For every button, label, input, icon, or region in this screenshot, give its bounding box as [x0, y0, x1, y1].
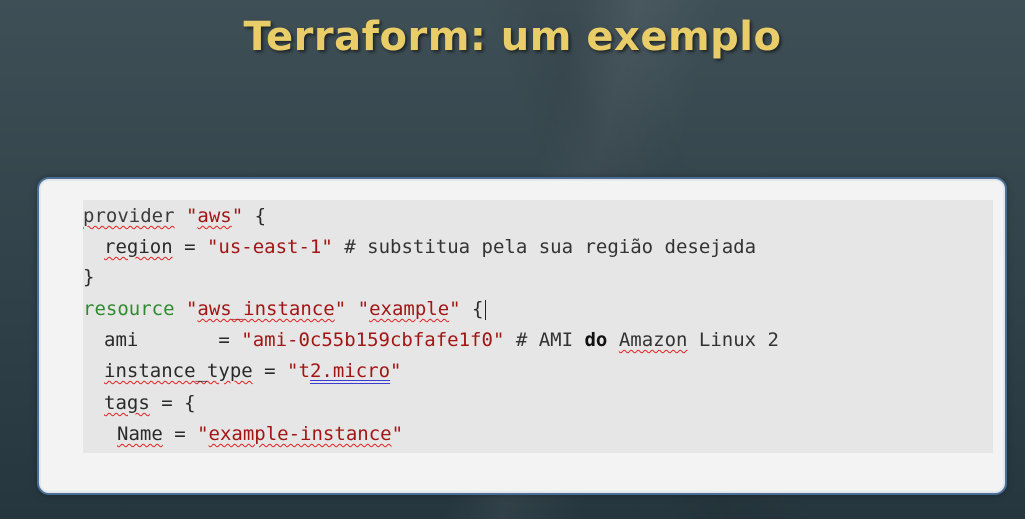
open-brace: { — [243, 205, 267, 227]
slide-title: Terraform: um exemplo — [243, 14, 782, 60]
quote: " — [391, 423, 404, 445]
quote: " — [390, 360, 402, 382]
quote: " — [197, 423, 209, 445]
tags-open: = { — [149, 392, 196, 414]
code-editor[interactable]: provider "aws" { region = "us-east-1" # … — [83, 200, 993, 453]
assign: = — [172, 236, 207, 258]
code-line-region: region = "us-east-1" # substitua pela su… — [104, 233, 756, 261]
assign: = — [138, 329, 242, 351]
region-comment: # substitua pela sua região desejada — [332, 236, 757, 258]
assign: = — [162, 423, 198, 445]
key-name: Name — [117, 423, 163, 445]
instance-type-value: 2.micro — [309, 360, 391, 382]
ami-comment-post: Linux 2 — [687, 329, 779, 351]
open-brace: { — [460, 298, 484, 320]
key-tags: tags — [104, 392, 150, 414]
close-brace: } — [83, 266, 95, 288]
resource-name: example — [369, 298, 450, 320]
resource-type: aws_instance — [197, 298, 335, 320]
text-cursor — [485, 299, 487, 320]
code-panel: provider "aws" { region = "us-east-1" # … — [39, 179, 1005, 493]
region-value: "us-east-1" — [206, 236, 333, 258]
key-ami: ami — [104, 329, 139, 351]
keyword-resource: resource — [83, 298, 175, 320]
name-tag-value: example-instance — [208, 423, 392, 445]
ami-value: "ami-0c55b159cbfafe1f0" — [241, 329, 505, 351]
code-line-provider: provider "aws" { — [83, 202, 266, 230]
provider-name: aws — [197, 205, 232, 227]
ami-comment-bold: do — [584, 329, 608, 351]
assign: = — [252, 360, 288, 382]
quote: " — [185, 298, 198, 320]
instance-type-t: t — [298, 360, 310, 382]
code-line-tags: tags = { — [104, 389, 196, 417]
code-line-name-tag: Name = "example-instance" — [117, 420, 403, 448]
code-line-close-brace: } — [83, 263, 94, 291]
quote: " — [287, 360, 299, 382]
ami-comment-pre: # AMI — [504, 329, 585, 351]
quote: " — [231, 205, 244, 227]
quote: " — [185, 205, 198, 227]
key-region: region — [104, 236, 173, 258]
code-line-instance-type: instance_type = "t2.micro" — [104, 357, 401, 385]
ami-comment-word: Amazon — [618, 329, 688, 351]
code-line-resource: resource "aws_instance" "example" { — [83, 295, 487, 323]
quote: " — [449, 298, 461, 320]
keyword-provider: provider — [83, 205, 175, 227]
code-line-ami: ami = "ami-0c55b159cbfafe1f0" # AMI do A… — [104, 326, 779, 354]
quote: " — [334, 298, 347, 320]
key-instance-type: instance_type — [104, 360, 253, 382]
quote: " — [357, 298, 370, 320]
